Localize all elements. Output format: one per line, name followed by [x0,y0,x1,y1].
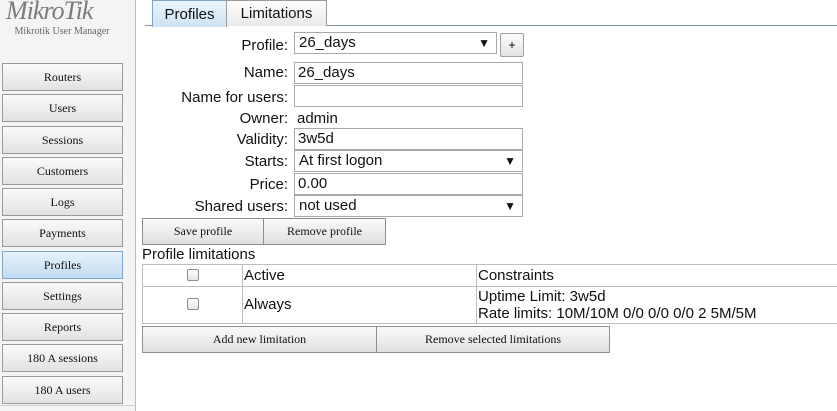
remove-profile-button[interactable]: Remove profile [263,218,386,245]
shared-users-select[interactable]: not used ▼ [294,195,523,217]
price-label: Price: [249,176,288,193]
tab-profiles[interactable]: Profiles [152,0,227,27]
mikrotik-logo: MikroTik [6,0,93,25]
shared-users-select-value: not used [299,197,357,214]
sidebar-item-180a-sessions[interactable]: 180 A sessions [2,344,123,372]
row-select-cell [142,287,242,323]
sidebar-item-users[interactable]: Users [2,94,123,122]
owner-value: admin [297,110,338,127]
profile-label: Profile: [241,37,288,54]
name-for-users-input[interactable] [294,85,523,107]
validity-label: Validity: [236,131,288,148]
starts-select[interactable]: At first logon ▼ [294,150,523,172]
sidebar-item-payments[interactable]: Payments [2,219,123,247]
chevron-down-icon: ▼ [504,199,516,213]
starts-select-value: At first logon [299,152,383,169]
sidebar-item-180a-users[interactable]: 180 A users [2,376,123,404]
header-constraints: Constraints [476,265,837,286]
sidebar-item-routers[interactable]: Routers [2,63,123,91]
row-checkbox[interactable] [187,298,199,310]
starts-label: Starts: [244,153,288,170]
remove-selected-limitations-button[interactable]: Remove selected limitations [376,326,610,353]
owner-label: Owner: [239,110,288,127]
chevron-down-icon: ▼ [504,154,516,168]
table-row[interactable]: Always Uptime Limit: 3w5d Rate limits: 1… [142,287,837,324]
add-profile-button[interactable]: + [500,33,524,57]
profile-limitations-title: Profile limitations [142,246,256,263]
header-active: Active [242,265,477,286]
limitations-table: Active Constraints Always Uptime Limit: … [142,264,837,324]
save-profile-button[interactable]: Save profile [142,218,264,245]
name-label: Name: [243,64,288,81]
sidebar-divider [0,405,136,406]
tab-limitations[interactable]: Limitations [226,0,327,26]
sidebar: MikroTik Mikrotik User Manager Routers U… [0,0,136,411]
row-active: Always [242,287,477,323]
profile-select-value: 26_days [299,34,356,51]
sidebar-item-sessions[interactable]: Sessions [2,126,123,154]
shared-users-label: Shared users: [194,198,288,215]
logo-subtitle: Mikrotik User Manager [14,26,110,37]
profile-select[interactable]: 26_days ▼ [294,32,497,54]
row-constraints: Uptime Limit: 3w5d Rate limits: 10M/10M … [476,287,837,323]
select-all-checkbox[interactable] [187,269,199,281]
sidebar-item-profiles[interactable]: Profiles [2,251,123,279]
sidebar-item-settings[interactable]: Settings [2,282,123,310]
rate-limits: Rate limits: 10M/10M 0/0 0/0 0/0 2 5M/5M [478,305,757,322]
validity-input[interactable]: 3w5d [294,128,523,150]
price-input[interactable]: 0.00 [294,173,523,195]
name-for-users-label: Name for users: [181,89,288,106]
table-header-row: Active Constraints [142,265,837,287]
name-input[interactable]: 26_days [294,62,523,84]
sidebar-item-logs[interactable]: Logs [2,188,123,216]
add-new-limitation-button[interactable]: Add new limitation [142,326,377,353]
uptime-limit: Uptime Limit: 3w5d [478,288,606,305]
sidebar-item-customers[interactable]: Customers [2,157,123,185]
chevron-down-icon: ▼ [478,36,490,50]
tab-bar: Profiles Limitations [145,0,837,27]
header-select-cell [142,265,242,286]
sidebar-item-reports[interactable]: Reports [2,313,123,341]
